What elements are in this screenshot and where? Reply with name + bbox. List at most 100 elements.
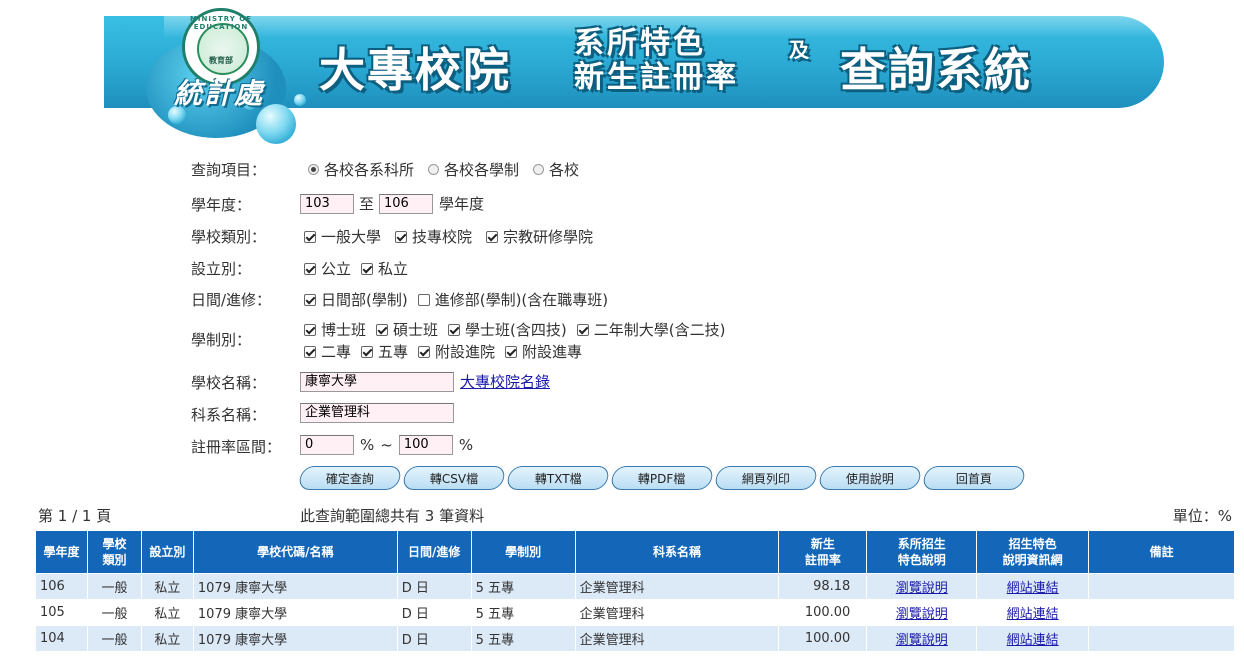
dept-name-label: 科系名稱： (191, 406, 267, 424)
checkbox-two-year-junior[interactable]: 二專 (304, 341, 351, 362)
seal-center-text: 教育部 (209, 56, 233, 65)
year-to-input[interactable]: 106 (379, 193, 434, 214)
checkbox[interactable] (304, 293, 316, 306)
results-table: 學年度 學校 類別 設立別 學校代碼/名稱 日間/進修 學制別 科系名稱 新生 註冊… (35, 530, 1235, 652)
cell-dept: 企業管理科 (574, 573, 780, 600)
radio-button[interactable] (533, 164, 545, 175)
cell-note (1088, 625, 1235, 652)
cell-year: 106 (35, 573, 88, 600)
banner-title-part2b: 新生註冊率 (574, 60, 739, 95)
school-directory-link[interactable]: 大專校院名錄 (460, 371, 550, 392)
year-from-input[interactable]: 103 (300, 193, 354, 214)
radio-system-option[interactable]: 各校各學制 (428, 159, 519, 180)
checkbox-technical-college[interactable]: 技專校院 (395, 226, 472, 247)
cell-desc: 瀏覽說明 (866, 625, 978, 652)
year-range: 103 至 106 學年度 (300, 193, 484, 214)
checkbox[interactable] (417, 293, 430, 306)
website-link[interactable]: 網站連結 (1007, 633, 1059, 648)
checkbox[interactable] (361, 345, 374, 358)
cell-day-night: D 日 (396, 599, 472, 626)
query-item-group: 各校各系科所 各校各學制 各校 (308, 159, 593, 180)
cell-system: 5 五專 (470, 573, 576, 600)
cell-web: 網站連結 (976, 599, 1090, 626)
action-buttons: 確定查詢 轉CSV檔 轉TXT檔 轉PDF檔 網頁列印 使用說明 回首頁 (297, 466, 1028, 490)
col-header-note: 備註 (1088, 530, 1235, 574)
radio-school-option[interactable]: 各校 (533, 159, 579, 180)
checkbox[interactable] (505, 345, 518, 358)
radio-dept-option[interactable]: 各校各系科所 (308, 159, 414, 180)
home-button[interactable]: 回首頁 (921, 466, 1027, 490)
cell-establish: 私立 (140, 599, 194, 626)
school-name-input[interactable]: 康寧大學 (300, 371, 454, 392)
cell-dept: 企業管理科 (574, 599, 780, 626)
radio-button[interactable] (308, 164, 319, 175)
checkbox[interactable] (361, 262, 374, 275)
checkbox[interactable] (304, 262, 316, 275)
table-header-row: 學年度 學校 類別 設立別 學校代碼/名稱 日間/進修 學制別 科系名稱 新生 註冊… (35, 530, 1235, 574)
day-night-label: 日間/進修： (191, 291, 272, 309)
checkbox-affiliated-college[interactable]: 附設進院 (418, 341, 495, 362)
checkbox-public[interactable]: 公立 (304, 258, 351, 279)
print-page-button[interactable]: 網頁列印 (713, 466, 819, 490)
export-txt-button[interactable]: 轉TXT檔 (505, 466, 611, 490)
col-header-year: 學年度 (35, 530, 88, 574)
year-to-text: 至 (359, 195, 375, 213)
checkbox-religious-college[interactable]: 宗教研修學院 (486, 226, 593, 247)
cell-school: 1079 康寧大學 (192, 599, 398, 626)
checkbox-day[interactable]: 日間部(學制) (304, 289, 408, 310)
cell-year: 105 (35, 599, 88, 626)
checkbox-private[interactable]: 私立 (361, 258, 408, 279)
year-label: 學年度： (191, 196, 252, 214)
checkbox[interactable] (576, 323, 589, 336)
rate-max-input[interactable]: 100 (398, 435, 453, 455)
help-button[interactable]: 使用說明 (817, 466, 923, 490)
checkbox[interactable] (448, 323, 461, 336)
rate-range-label: 註冊率區間： (191, 438, 282, 456)
school-type-label: 學校類別： (191, 228, 267, 246)
col-header-system: 學制別 (470, 530, 576, 574)
checkbox-night[interactable]: 進修部(學制)(含在職專班) (417, 289, 608, 310)
checkbox-bachelor[interactable]: 學士班(含四技) (448, 319, 567, 340)
export-csv-button[interactable]: 轉CSV檔 (401, 466, 507, 490)
dept-name-input[interactable]: 企業管理科 (300, 403, 454, 423)
col-header-school-type: 學校 類別 (86, 530, 142, 574)
table-row: 106 一般 私立 1079 康寧大學 D 日 5 五專 企業管理科 98.18… (35, 573, 1235, 600)
school-name-row: 康寧大學 大專校院名錄 (300, 371, 550, 392)
checkbox-affiliated-junior[interactable]: 附設進專 (505, 341, 582, 362)
checkbox[interactable] (418, 345, 431, 358)
checkbox[interactable] (486, 230, 499, 243)
checkbox-five-year-junior[interactable]: 五專 (361, 341, 408, 362)
rate-max-unit: % (458, 436, 474, 454)
view-description-link[interactable]: 瀏覽說明 (896, 633, 948, 648)
year-suffix: 學年度 (439, 195, 485, 213)
checkbox[interactable] (395, 230, 408, 243)
cell-web: 網站連結 (976, 625, 1090, 652)
website-link[interactable]: 網站連結 (1007, 607, 1059, 622)
system-group-row1: 博士班 碩士班 學士班(含四技) 二年制大學(含二技) (304, 319, 739, 340)
checkbox[interactable] (304, 230, 316, 243)
checkbox-master[interactable]: 碩士班 (376, 319, 438, 340)
confirm-query-button[interactable]: 確定查詢 (297, 466, 403, 490)
checkbox[interactable] (304, 345, 316, 358)
checkbox-two-year-university[interactable]: 二年制大學(含二技) (576, 319, 725, 340)
cell-web: 網站連結 (976, 573, 1090, 600)
view-description-link[interactable]: 瀏覽說明 (896, 581, 948, 596)
checkbox[interactable] (376, 323, 389, 336)
cell-system: 5 五專 (470, 599, 576, 626)
website-link[interactable]: 網站連結 (1007, 581, 1059, 596)
view-description-link[interactable]: 瀏覽說明 (896, 607, 948, 622)
cell-note (1088, 573, 1235, 600)
cell-establish: 私立 (140, 625, 194, 652)
seal-ring-text: MINISTRY OF EDUCATION (189, 15, 253, 31)
checkbox-general-university[interactable]: 一般大學 (304, 226, 381, 247)
cell-dept: 企業管理科 (574, 625, 780, 652)
checkbox-phd[interactable]: 博士班 (304, 319, 366, 340)
checkbox[interactable] (304, 323, 316, 336)
cell-school: 1079 康寧大學 (192, 573, 398, 600)
rate-min-input[interactable]: 0 (300, 435, 354, 455)
export-pdf-button[interactable]: 轉PDF檔 (609, 466, 715, 490)
cell-day-night: D 日 (396, 625, 472, 652)
cell-rate: 98.18 (778, 573, 868, 600)
radio-button[interactable] (428, 164, 440, 175)
school-type-group: 一般大學 技專校院 宗教研修學院 (304, 226, 607, 247)
